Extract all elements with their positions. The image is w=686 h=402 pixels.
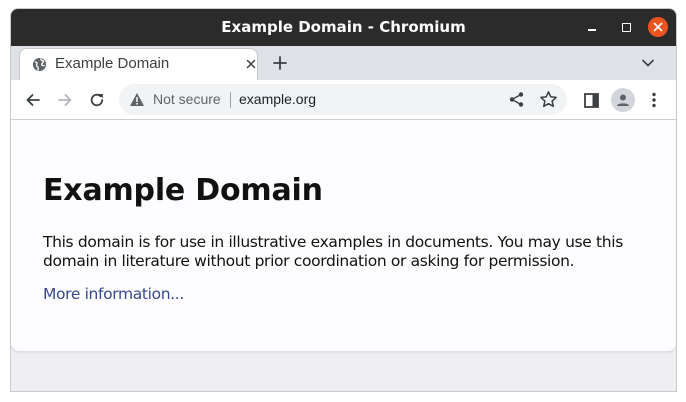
tab-close-button[interactable]: [242, 55, 260, 73]
page-paragraph: This domain is for use in illustrative e…: [43, 233, 623, 270]
forward-arrow-icon: [58, 94, 72, 106]
share-icon[interactable]: [508, 91, 525, 108]
maximize-icon: [621, 22, 631, 32]
new-tab-button[interactable]: [269, 52, 291, 74]
back-arrow-icon: [26, 94, 40, 106]
window-title: Example Domain - Chromium: [221, 18, 466, 36]
close-icon: [653, 22, 663, 32]
star-icon[interactable]: [539, 90, 558, 109]
globe-icon: [32, 57, 47, 72]
browser-menu-button[interactable]: [643, 89, 665, 111]
minimize-icon: [588, 29, 596, 31]
tab-example-domain[interactable]: Example Domain: [19, 48, 258, 80]
tab-title: Example Domain: [55, 55, 170, 72]
toolbar: Not secure example.org: [11, 80, 676, 120]
address-bar[interactable]: Not secure example.org: [119, 84, 567, 115]
security-status-label[interactable]: Not secure: [153, 84, 221, 115]
more-information-link[interactable]: More information...: [43, 285, 184, 303]
omnibox-divider: [230, 92, 231, 108]
side-panel-button[interactable]: [580, 89, 602, 111]
title-bar: Example Domain - Chromium: [11, 9, 676, 46]
reload-icon: [90, 93, 104, 107]
warning-icon[interactable]: [129, 92, 145, 107]
plus-icon: [273, 56, 287, 70]
chevron-down-icon: [642, 59, 654, 67]
forward-button[interactable]: [54, 89, 76, 111]
side-panel-icon: [583, 92, 599, 108]
kebab-menu-icon: [652, 92, 656, 108]
reload-button[interactable]: [86, 89, 108, 111]
profile-button[interactable]: [611, 88, 635, 112]
maximize-button[interactable]: [616, 17, 636, 37]
web-page-content: Example Domain This domain is for use in…: [11, 120, 676, 351]
back-button[interactable]: [22, 89, 44, 111]
page-heading: Example Domain: [43, 173, 323, 208]
browser-window: Example Domain - Chromium Example Domain: [10, 8, 677, 392]
tab-search-button[interactable]: [639, 54, 657, 72]
profile-icon: [617, 94, 629, 106]
minimize-button[interactable]: [582, 17, 602, 37]
close-window-button[interactable]: [648, 17, 668, 37]
close-icon: [246, 59, 256, 69]
tab-strip: Example Domain: [11, 46, 676, 80]
url-text[interactable]: example.org: [239, 84, 316, 115]
